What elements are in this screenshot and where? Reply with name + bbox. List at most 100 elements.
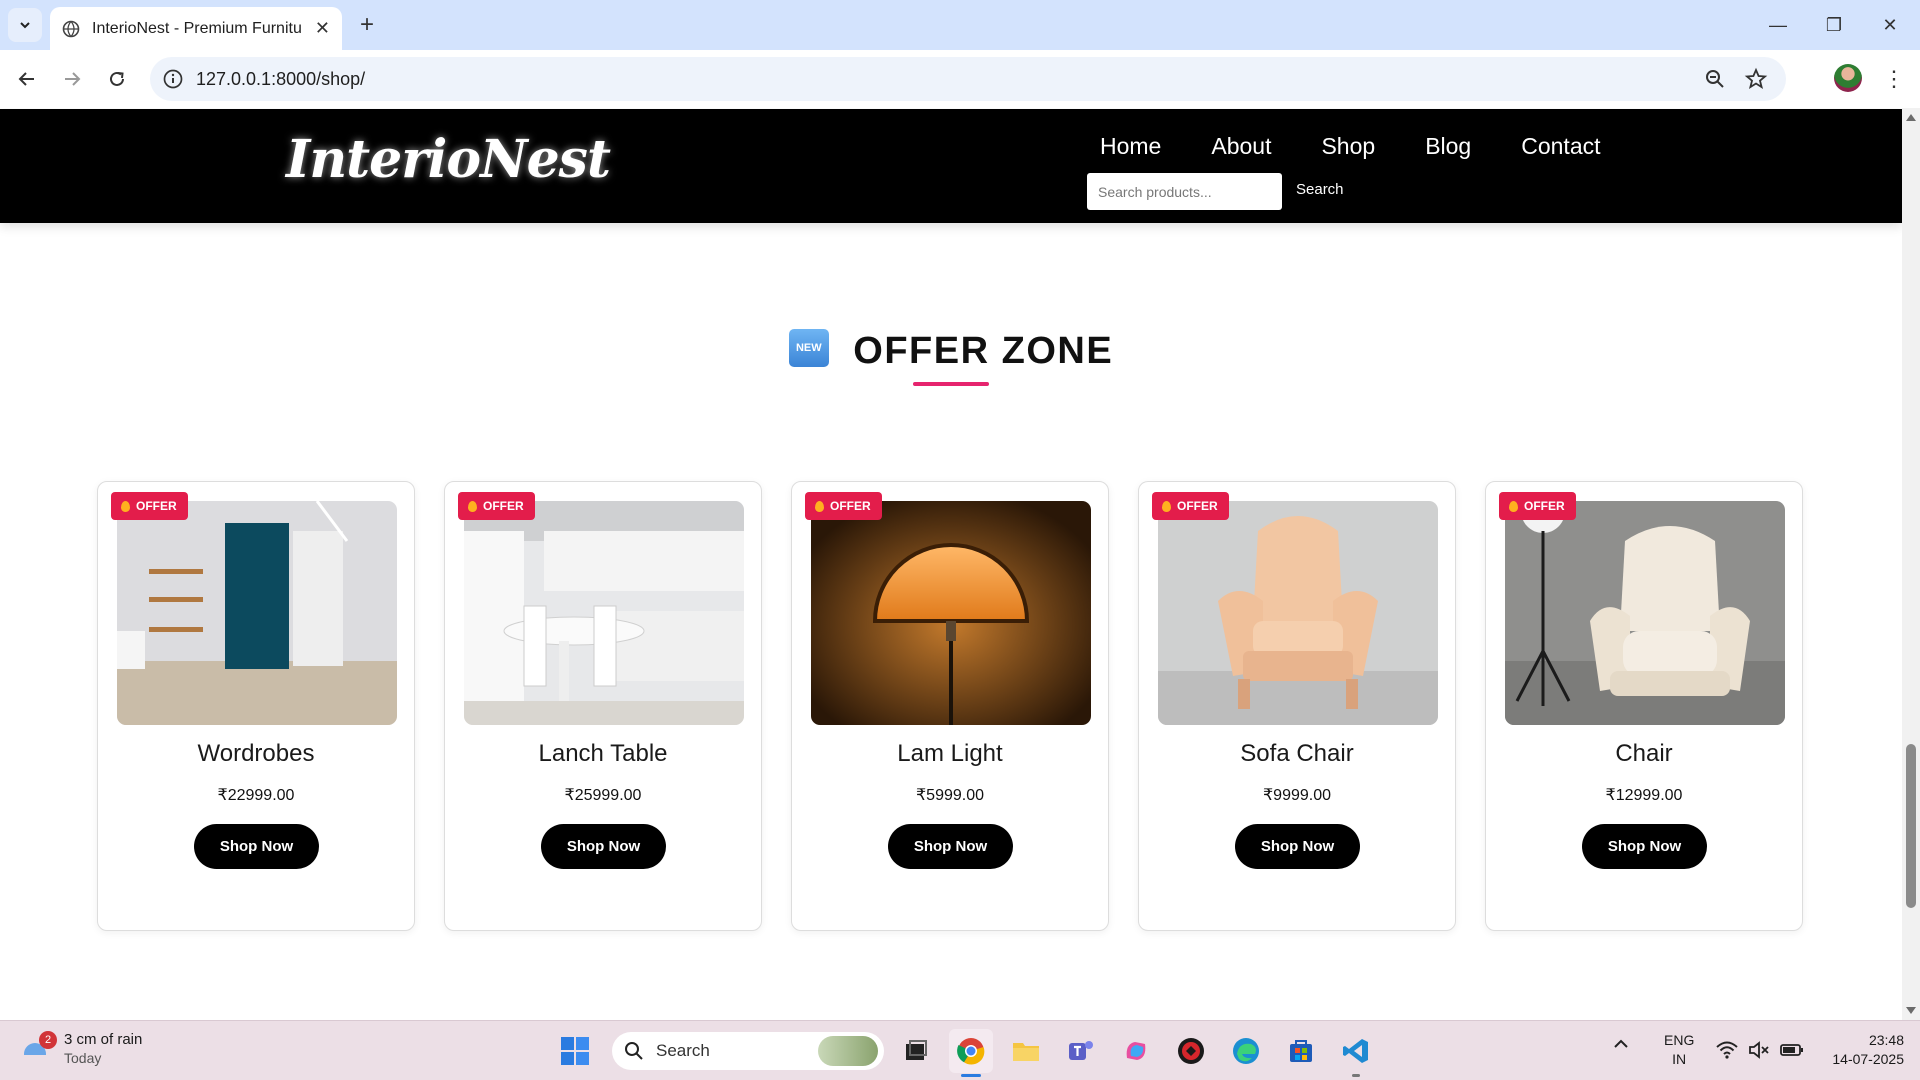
product-card: OFFER Lanch Table ₹25999.00 Shop Now [444, 481, 762, 931]
shop-now-button[interactable]: Shop Now [541, 824, 666, 869]
file-explorer-app[interactable] [1004, 1029, 1048, 1073]
scroll-up-icon[interactable] [1906, 114, 1916, 121]
scrollbar-thumb[interactable] [1906, 744, 1916, 908]
zoom-icon[interactable] [1704, 68, 1726, 90]
product-image-chair[interactable] [1505, 501, 1785, 725]
product-image-lamp[interactable] [811, 501, 1091, 725]
nav-contact[interactable]: Contact [1521, 133, 1600, 160]
weather-widget[interactable]: 2 3 cm of rain Today [20, 1031, 142, 1066]
url-text: 127.0.0.1:8000/shop/ [196, 69, 366, 89]
taskbar-apps: Search [553, 1029, 1389, 1077]
restore-button[interactable]: ❐ [1806, 0, 1862, 50]
os-taskbar: 2 3 cm of rain Today Search ENG IN 23:48… [0, 1020, 1920, 1080]
product-price: ₹9999.00 [1262, 787, 1331, 804]
search-button[interactable]: Search [1296, 181, 1344, 198]
tab-close-icon[interactable]: ✕ [315, 18, 330, 39]
start-button[interactable] [553, 1029, 597, 1073]
search-highlight-image [818, 1036, 878, 1066]
folder-icon [1013, 1043, 1039, 1061]
teams-icon [1069, 1041, 1093, 1060]
back-button[interactable] [10, 62, 44, 96]
vscode-app[interactable] [1334, 1029, 1378, 1077]
tab-search-button[interactable] [8, 8, 42, 42]
product-image-sofa-chair[interactable] [1158, 501, 1438, 725]
scroll-down-icon[interactable] [1906, 1007, 1916, 1014]
menu-kebab-icon[interactable]: ⋮ [1880, 64, 1908, 94]
product-image-table[interactable] [464, 501, 744, 725]
offer-badge-label: OFFER [1177, 499, 1218, 513]
page-viewport: InterioNest Home About Shop Blog Contact… [0, 108, 1920, 1020]
store-app[interactable] [1279, 1029, 1323, 1073]
flame-icon [468, 500, 477, 512]
flame-icon [815, 500, 824, 512]
shop-now-button[interactable]: Shop Now [888, 824, 1013, 869]
clock[interactable]: 23:48 14-07-2025 [1818, 1031, 1904, 1069]
vscode-icon [1343, 1039, 1368, 1063]
shop-now-button[interactable]: Shop Now [194, 824, 319, 869]
forward-button[interactable] [55, 62, 89, 96]
flame-icon [121, 500, 130, 512]
section-heading: NEW OFFER ZONE [0, 328, 1902, 373]
taskbar-search[interactable]: Search [612, 1032, 884, 1070]
title-underline [913, 382, 989, 386]
nav-home[interactable]: Home [1100, 133, 1161, 160]
edge-app[interactable] [1224, 1029, 1268, 1073]
minimize-button[interactable]: — [1750, 0, 1806, 50]
shop-now-button[interactable]: Shop Now [1235, 824, 1360, 869]
close-window-button[interactable]: ✕ [1862, 0, 1918, 50]
offer-badge: OFFER [1152, 492, 1229, 520]
teams-app[interactable] [1059, 1029, 1103, 1073]
site-info-icon[interactable] [162, 68, 184, 90]
copilot-app[interactable] [1114, 1029, 1158, 1073]
offer-badge-label: OFFER [830, 499, 871, 513]
taskbar-search-label: Search [656, 1041, 710, 1060]
reload-icon [110, 71, 124, 86]
site-logo[interactable]: InterioNest [286, 129, 611, 190]
shop-now-button[interactable]: Shop Now [1582, 824, 1707, 869]
product-price: ₹12999.00 [1605, 787, 1683, 804]
tab-title: InterioNest - Premium Furniture [92, 19, 302, 37]
product-grid: OFFER Wordrobes ₹22999.00 Shop Now OFFER… [97, 481, 1832, 931]
product-image-wardrobe[interactable] [117, 501, 397, 725]
search-icon [625, 1042, 643, 1060]
bookmark-star-icon[interactable] [1744, 67, 1768, 91]
copilot-icon [1126, 1042, 1146, 1060]
offer-badge: OFFER [1499, 492, 1576, 520]
new-tab-button[interactable]: + [352, 10, 382, 40]
nav-blog[interactable]: Blog [1425, 133, 1471, 160]
system-tray [1612, 1035, 1630, 1053]
product-name: Lanch Table [538, 740, 668, 767]
address-bar[interactable]: 127.0.0.1:8000/shop/ [150, 57, 1786, 101]
product-card: OFFER Lam Light ₹5999.00 Shop Now [791, 481, 1109, 931]
page-title: OFFER ZONE [853, 330, 1114, 372]
language-code: ENG [1664, 1032, 1695, 1048]
product-name: Chair [1615, 740, 1673, 767]
edge-icon [1233, 1038, 1259, 1064]
task-view-button[interactable] [894, 1029, 938, 1073]
umbrella-icon: 2 [20, 1031, 57, 1065]
product-price: ₹5999.00 [915, 787, 984, 804]
offer-badge-label: OFFER [483, 499, 524, 513]
page-scrollbar[interactable] [1902, 108, 1920, 1020]
reload-button[interactable] [100, 62, 134, 96]
chrome-app[interactable] [949, 1029, 993, 1077]
chevron-up-icon[interactable] [1612, 1035, 1630, 1053]
nav-shop[interactable]: Shop [1321, 133, 1375, 160]
offer-badge: OFFER [458, 492, 535, 520]
product-card: OFFER Wordrobes ₹22999.00 Shop Now [97, 481, 415, 931]
profile-avatar[interactable] [1834, 64, 1862, 92]
language-indicator[interactable]: ENG IN [1664, 1031, 1694, 1069]
chevron-down-icon [20, 22, 30, 29]
security-app[interactable] [1169, 1029, 1213, 1073]
language-region: IN [1672, 1051, 1687, 1067]
browser-tab[interactable]: InterioNest - Premium Furniture ✕ [50, 7, 342, 50]
windows-logo-icon [561, 1037, 589, 1065]
tray-icons[interactable] [1716, 1040, 1804, 1060]
new-badge-icon: NEW [788, 328, 829, 367]
offer-badge-label: OFFER [1524, 499, 1565, 513]
product-search-input[interactable] [1087, 173, 1282, 210]
weather-count-badge: 2 [39, 1031, 57, 1049]
nav-about[interactable]: About [1211, 133, 1271, 160]
product-card: OFFER Chair ₹12999.00 Shop Now [1485, 481, 1803, 931]
store-icon [1290, 1040, 1312, 1062]
